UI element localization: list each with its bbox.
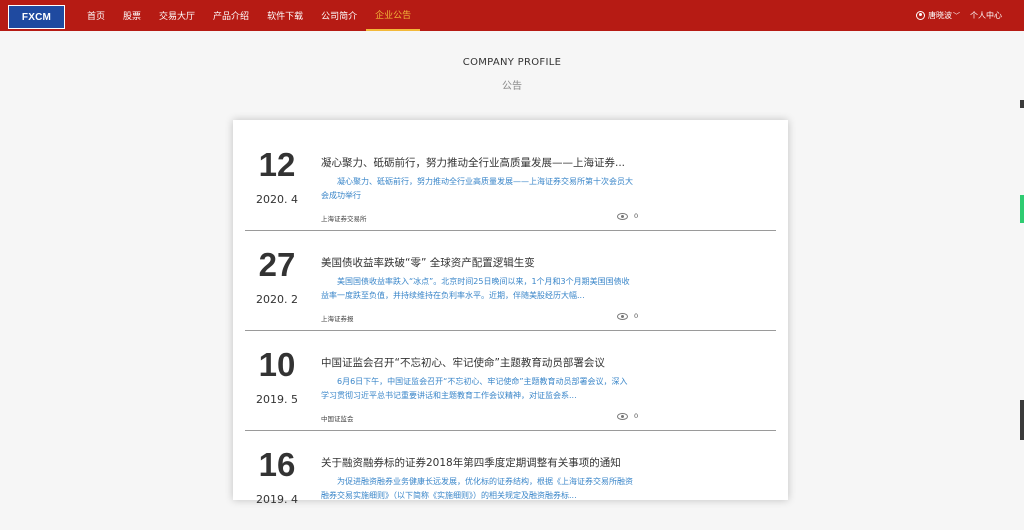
view-count: 0: [617, 312, 638, 320]
user-area: 唐晓波 ﹀ 个人中心: [916, 0, 1002, 31]
list-item[interactable]: 12 2020. 4 凝心聚力、砥砺前行，努力推动全行业高质量发展——上海证券.…: [245, 130, 776, 231]
date-day: 12: [258, 146, 296, 183]
date-day: 27: [258, 246, 296, 283]
chevron-down-icon[interactable]: ﹀: [953, 11, 960, 21]
scrollbar-marker: [1020, 400, 1024, 440]
article-title[interactable]: 中国证监会召开“不忘初心、牢记使命”主题教育动员部署会议: [321, 355, 651, 370]
article-title[interactable]: 关于融资融券标的证券2018年第四季度定期调整有关事项的通知: [321, 455, 651, 470]
article-summary[interactable]: 6月6日下午，中国证监会召开“不忘初心、牢记使命”主题教育动员部署会议，深入学习…: [321, 375, 635, 403]
article-summary[interactable]: 美国国债收益率跌入“冰点”。北京时间25日晚间以来，1个月和3个月期美国国债收益…: [321, 275, 635, 303]
article-title[interactable]: 美国债收益率跌破“零” 全球资产配置逻辑生变: [321, 255, 651, 270]
nav-item-trading-hall[interactable]: 交易大厅: [150, 0, 204, 31]
scrollbar-marker: [1020, 100, 1024, 108]
nav-item-home[interactable]: 首页: [78, 0, 114, 31]
article-source: 中国证监会: [321, 415, 354, 423]
date-year-month: 2020. 4: [256, 193, 298, 206]
article-summary[interactable]: 为促进融资融券业务健康长远发展，优化标的证券结构，根据《上海证券交易所融资融券交…: [321, 475, 635, 503]
date-year-month: 2019. 4: [256, 493, 298, 506]
announcement-list: 12 2020. 4 凝心聚力、砥砺前行，努力推动全行业高质量发展——上海证券.…: [233, 120, 788, 506]
view-count-value: 0: [634, 212, 639, 220]
date-day: 16: [258, 446, 296, 483]
view-count: 0: [617, 412, 638, 420]
username-menu[interactable]: 唐晓波: [928, 10, 952, 21]
article-title[interactable]: 凝心聚力、砥砺前行，努力推动全行业高质量发展——上海证券...: [321, 155, 651, 170]
view-count-value: 0: [634, 312, 639, 320]
article-source: 上海证券报: [321, 315, 354, 323]
eye-icon: [617, 212, 628, 220]
fxcm-logo[interactable]: FXCM: [8, 5, 65, 29]
logo-text: FXCM: [21, 11, 52, 23]
nav-item-announcements[interactable]: 企业公告: [366, 0, 421, 31]
nav-item-products[interactable]: 产品介绍: [204, 0, 258, 31]
view-count: 0: [617, 212, 638, 220]
scrollbar-indicator[interactable]: [1020, 195, 1024, 223]
date-year-month: 2020. 2: [256, 293, 298, 306]
view-count-value: 0: [634, 412, 639, 420]
main-menu: 首页 股票 交易大厅 产品介绍 软件下载 公司简介 企业公告: [78, 0, 421, 31]
list-item[interactable]: 16 2019. 4 关于融资融券标的证券2018年第四季度定期调整有关事项的通…: [245, 430, 776, 530]
page-title-cn: 公告: [502, 81, 522, 92]
nav-item-stocks[interactable]: 股票: [114, 0, 150, 31]
list-item[interactable]: 10 2019. 5 中国证监会召开“不忘初心、牢记使命”主题教育动员部署会议 …: [245, 330, 776, 431]
user-icon: [916, 11, 925, 20]
date-day: 10: [258, 346, 296, 383]
list-item[interactable]: 27 2020. 2 美国债收益率跌破“零” 全球资产配置逻辑生变 美国国债收益…: [245, 230, 776, 331]
date-year-month: 2019. 5: [256, 393, 298, 406]
article-source: 上海证券交易所: [321, 215, 367, 223]
eye-icon: [617, 312, 628, 320]
eye-icon: [617, 412, 628, 420]
article-summary[interactable]: 凝心聚力、砥砺前行，努力推动全行业高质量发展——上海证券交易所第十次会员大会成功…: [321, 175, 635, 203]
nav-item-downloads[interactable]: 软件下载: [258, 0, 312, 31]
nav-item-company[interactable]: 公司简介: [312, 0, 366, 31]
top-nav-bar: FXCM 首页 股票 交易大厅 产品介绍 软件下载 公司简介 企业公告 唐晓波 …: [0, 0, 1024, 31]
profile-link[interactable]: 个人中心: [970, 10, 1002, 21]
page-title-en: COMPANY PROFILE: [462, 57, 562, 68]
